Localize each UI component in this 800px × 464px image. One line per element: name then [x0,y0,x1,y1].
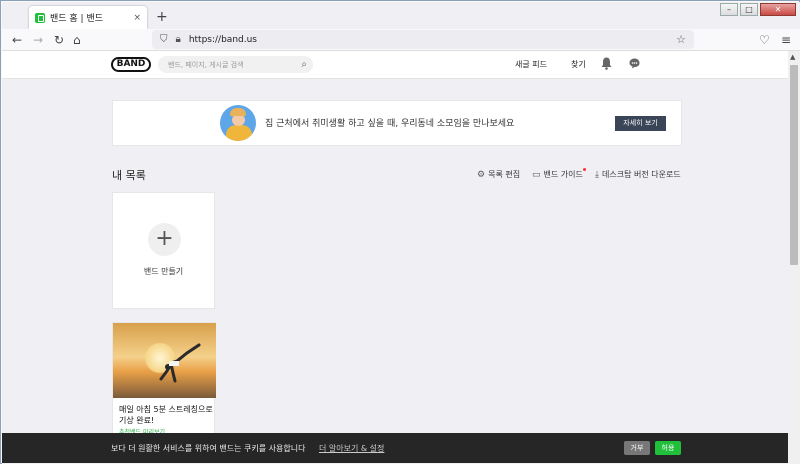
star-icon[interactable]: ☆ [676,33,686,46]
band-title: 매일 아침 5분 스트레칭으로 기상 완료! [119,405,213,425]
cookie-settings-link[interactable]: 더 알아보기 & 설정 [319,443,384,454]
recommended-band-card[interactable]: 매일 아침 5분 스트레칭으로 기상 완료! 추천밴드 미리보기 [112,322,216,436]
banner-illustration [220,105,256,141]
book-icon: ▭ [532,169,541,180]
edit-list-label: 목록 편집 [488,170,521,179]
reject-cookies-button[interactable]: 거부 [624,441,650,455]
browser-window: 밴드 홈 | 밴드 × + – □ ✕ ← → ↻ ⌂ ⛉ 🔒︎ https:/… [0,0,800,464]
band-guide-label: 밴드 가이드 [543,170,583,179]
edit-list-button[interactable]: ⚙ 목록 편집 [477,169,520,180]
lock-icon[interactable]: 🔒︎ [176,34,181,45]
banner-text: 집 근처에서 취미생활 하고 싶을 때, 우리동네 소모임을 만나보세요 [265,119,515,129]
site-header: BAND 밴드, 페이지, 게시글 검색 ⌕ 새글 피드 찾기 [2,51,788,79]
maximize-button[interactable]: □ [740,3,758,16]
scrollbar[interactable]: ▲ [788,51,800,464]
cookie-text: 보다 더 원활한 서비스를 위하여 밴드는 쿠키를 사용합니다 [111,444,306,453]
desktop-download-label: 데스크탑 버전 다운로드 [601,170,681,179]
shield-icon[interactable]: ⛉ [160,34,168,45]
cookie-consent-bar: 보다 더 원활한 서비스를 위하여 밴드는 쿠키를 사용합니다 더 알아보기 &… [2,433,788,463]
home-icon[interactable]: ⌂ [73,33,81,47]
navigation-bar: ← → ↻ ⌂ ⛉ 🔒︎ https://band.us ☆ ♡ ≡ [2,29,800,51]
new-feed-link[interactable]: 새글 피드 [515,59,547,70]
menu-icon[interactable]: ≡ [781,33,791,47]
main-content: 집 근처에서 취미생활 하고 싶을 때, 우리동네 소모임을 만나보세요 자세히… [2,79,788,464]
new-indicator-dot [583,168,586,171]
gear-icon: ⚙ [477,169,486,180]
new-tab-button[interactable]: + [156,9,168,25]
band-logo[interactable]: BAND [111,57,151,72]
create-band-label: 밴드 만들기 [143,267,184,276]
tab-close-icon[interactable]: × [133,13,141,23]
tab-strip: 밴드 홈 | 밴드 × + – □ ✕ [2,2,800,29]
create-band-card[interactable]: + 밴드 만들기 [112,192,215,309]
pocket-icon[interactable]: ♡ [759,33,770,47]
learn-more-button[interactable]: 자세히 보기 [615,116,666,131]
close-window-button[interactable]: ✕ [760,3,796,16]
band-cover-image [113,323,216,398]
accept-cookies-button[interactable]: 허용 [655,441,681,455]
search-input[interactable]: 밴드, 페이지, 게시글 검색 ⌕ [158,56,313,73]
desktop-download-button[interactable]: ⤓ 데스크탑 버전 다운로드 [595,169,681,180]
scroll-thumb[interactable] [790,65,798,265]
page-title: 내 목록 [112,169,146,182]
bell-icon[interactable] [601,57,612,70]
band-favicon-icon [35,12,45,23]
address-bar[interactable]: ⛉ 🔒︎ https://band.us ☆ [152,30,694,49]
chat-icon[interactable] [629,58,640,69]
minimize-button[interactable]: – [720,3,738,16]
search-placeholder[interactable]: 밴드, 페이지, 게시글 검색 [168,60,301,70]
tab-title: 밴드 홈 | 밴드 [50,14,104,24]
download-icon: ⤓ [595,169,599,180]
url-text[interactable]: https://band.us [189,35,257,45]
window-controls: – □ ✕ [718,3,796,16]
reload-icon[interactable]: ↻ [54,33,64,47]
plus-icon: + [148,223,181,256]
browser-tab[interactable]: 밴드 홈 | 밴드 × [29,6,147,29]
find-link[interactable]: 찾기 [571,59,586,70]
arrow-left-icon[interactable]: ← [12,33,22,47]
band-guide-button[interactable]: ▭ 밴드 가이드 [532,169,583,180]
scroll-up-icon[interactable]: ▲ [790,53,795,61]
promo-banner[interactable]: 집 근처에서 취미생활 하고 싶을 때, 우리동네 소모임을 만나보세요 자세히… [112,100,682,146]
search-icon[interactable]: ⌕ [301,59,307,70]
arrow-right-icon[interactable]: → [33,33,43,47]
